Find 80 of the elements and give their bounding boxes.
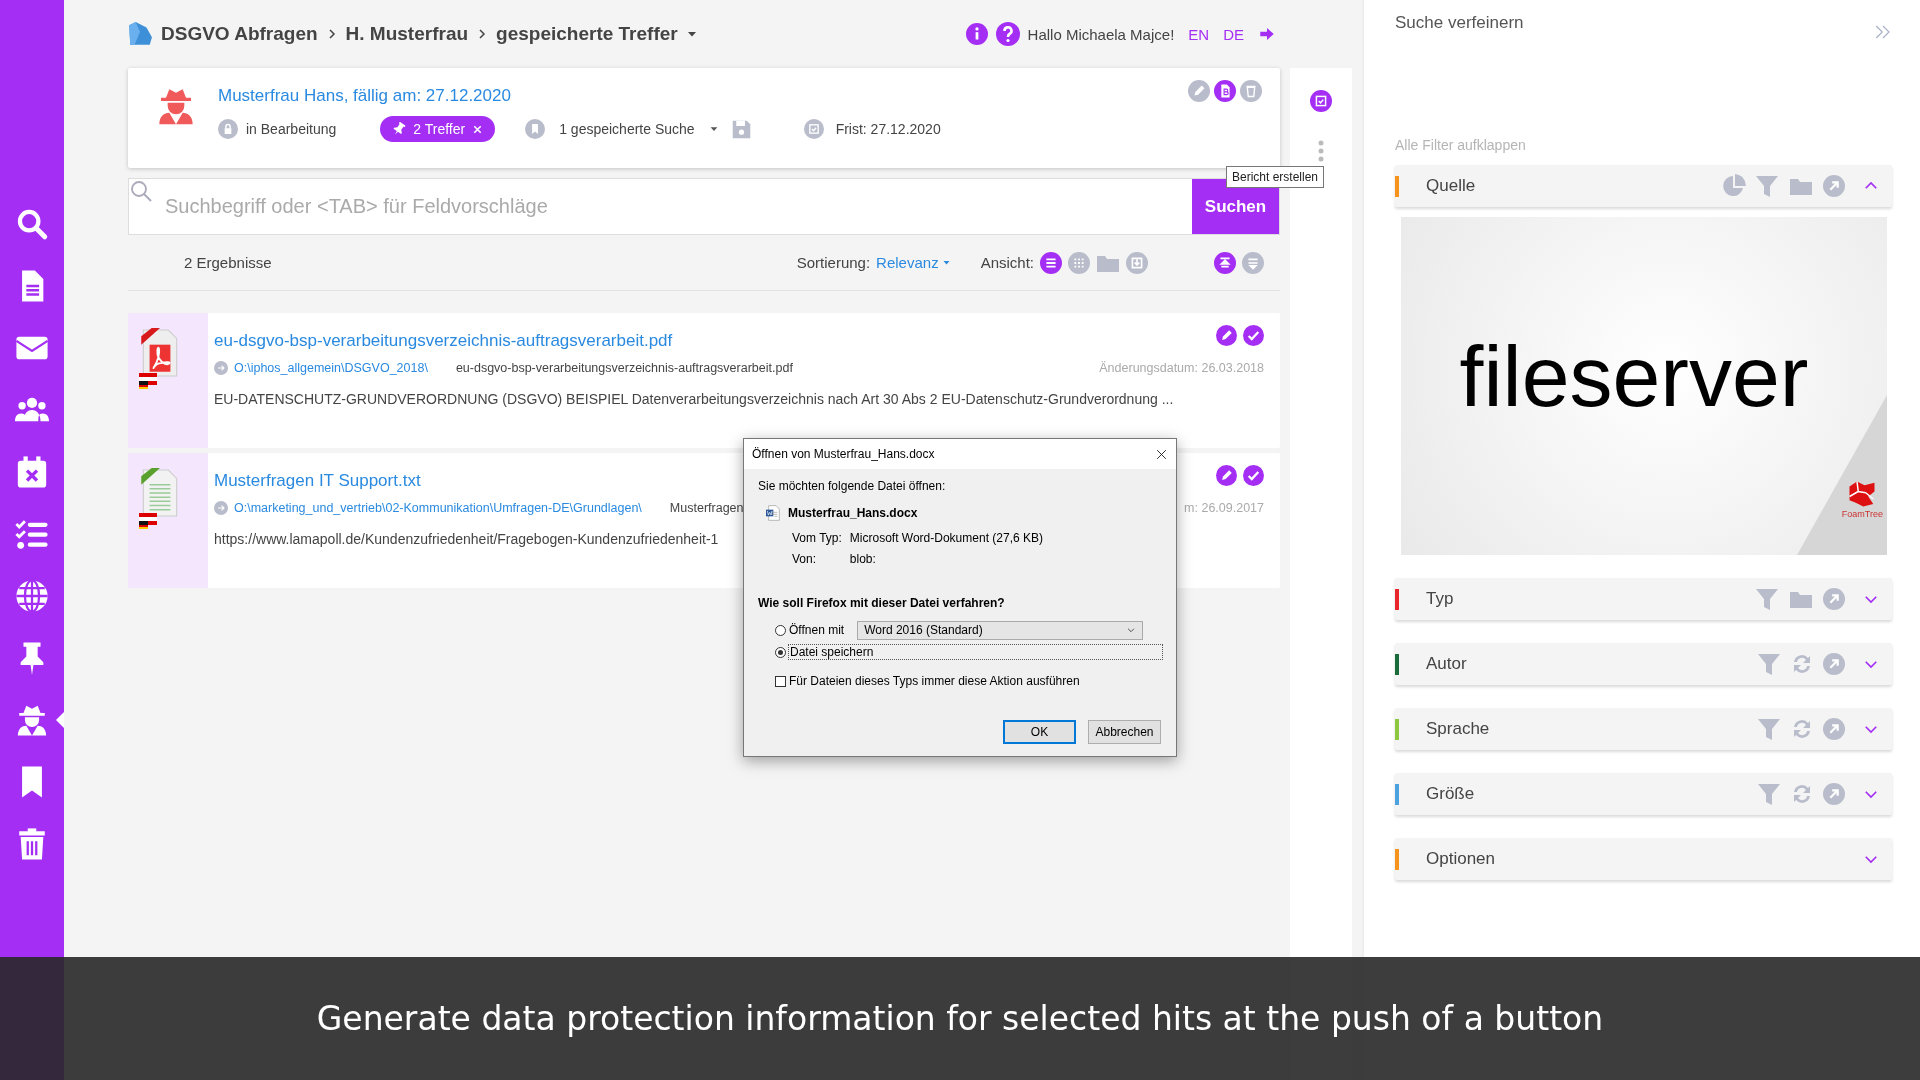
word-file-icon bbox=[766, 505, 782, 521]
result-snippet: EU-DATENSCHUTZ-GRUNDVERORDNUNG (DSGVO) BEISPIEL Datenverarbeitungsverzeichnis nach Art 30 Abs 2 EU-Datenschutz-Grundverordnung ... bbox=[214, 391, 1174, 407]
option-label[interactable]: Datei speichern bbox=[789, 645, 1162, 659]
view-label: Ansicht: bbox=[980, 254, 1034, 271]
spy-icon bbox=[156, 86, 196, 126]
saved-search-text: 1 gespeicherte Suche bbox=[559, 121, 695, 137]
path-link[interactable]: O:\marketing_und_vertrieb\02-Kommunikation\Umfragen-DE\Grundlagen\ bbox=[234, 501, 642, 515]
arrow-circle-icon bbox=[214, 501, 228, 515]
treemap-label: fileserver bbox=[1459, 326, 1809, 426]
breadcrumb-link[interactable]: DSGVO Abfragen bbox=[161, 23, 318, 45]
check-icon[interactable] bbox=[1243, 465, 1264, 486]
dialog-intro: Sie möchten folgende Datei öffnen: bbox=[758, 479, 947, 493]
filter-header[interactable]: Quelle bbox=[1395, 165, 1892, 207]
checkbox[interactable] bbox=[775, 675, 786, 687]
panel-title: Suche verfeinern bbox=[1395, 13, 1524, 34]
filter-header[interactable]: Sprache bbox=[1395, 708, 1892, 750]
file-name: Musterfrau_Hans.docx bbox=[788, 506, 918, 520]
close-icon[interactable] bbox=[1155, 447, 1168, 461]
checkbox-label[interactable]: Für Dateien dieses Typs immer diese Aktion ausführen bbox=[789, 674, 1080, 688]
bookmark-icon bbox=[525, 119, 546, 139]
text-file-icon bbox=[140, 468, 180, 518]
deadline-text: Frist: 27.12.2020 bbox=[835, 121, 941, 137]
list-view-icon[interactable] bbox=[1040, 251, 1062, 274]
logout-icon[interactable] bbox=[1258, 25, 1276, 43]
pencil-icon[interactable] bbox=[1216, 465, 1237, 486]
type-label: Vom Typ: bbox=[792, 531, 842, 545]
logo-icon bbox=[127, 21, 153, 47]
info-icon[interactable] bbox=[965, 23, 988, 45]
flag-icon bbox=[138, 373, 158, 389]
option-label[interactable]: Öffnen mit bbox=[789, 623, 845, 637]
search-icon bbox=[129, 179, 153, 203]
collapse-icon[interactable] bbox=[1214, 251, 1236, 274]
case-title-link[interactable]: Musterfrau Hans, fällig am: 27.12.2020 bbox=[218, 86, 941, 106]
file-name: eu-dsgvo-bsp-verarbeitungsverzeichnis-auftragsverarbeit.pdf bbox=[455, 361, 793, 375]
arrow-circle-icon bbox=[214, 361, 228, 375]
status-text: in Bearbeitung bbox=[246, 121, 337, 137]
filter-header[interactable]: Typ bbox=[1395, 578, 1892, 620]
lock-icon bbox=[218, 119, 238, 139]
sort-label: Sortierung: bbox=[796, 254, 871, 271]
result-title-link[interactable]: Musterfragen IT Support.txt bbox=[214, 471, 421, 491]
pdf-file-icon bbox=[140, 328, 180, 378]
caret-down-icon[interactable] bbox=[708, 124, 719, 134]
breadcrumb-link[interactable]: gespeicherte Treffer bbox=[496, 23, 678, 45]
foamtree-label: FoamTree bbox=[1841, 509, 1883, 519]
caption-text: Generate data protection information for selected hits at the push of a button bbox=[316, 999, 1604, 1038]
filter-header[interactable]: Autor bbox=[1395, 643, 1892, 685]
report-icon[interactable] bbox=[1214, 80, 1236, 102]
help-icon[interactable] bbox=[995, 22, 1020, 46]
source-value: blob: bbox=[849, 552, 877, 566]
radio-button[interactable] bbox=[775, 646, 786, 658]
cancel-button[interactable]: Abbrechen bbox=[1088, 720, 1161, 744]
path-link[interactable]: O:\iphos_allgemein\DSGVO_2018\ bbox=[234, 361, 428, 375]
radio-button[interactable] bbox=[775, 624, 786, 636]
language-link[interactable]: EN bbox=[1188, 25, 1210, 43]
calendar-check-icon[interactable] bbox=[1310, 90, 1332, 112]
result-snippet: https://www.lamapoll.de/Kundenzufriedenheit/Fragebogen-Kundenzufriedenheit-1 bbox=[214, 531, 719, 547]
result-count: 2 Ergebnisse bbox=[184, 254, 272, 271]
pushpin-icon bbox=[392, 122, 407, 136]
type-value: Microsoft Word-Dokument (27,6 KB) bbox=[849, 531, 1044, 545]
tooltip: Bericht erstellen bbox=[1225, 166, 1324, 188]
pencil-icon[interactable] bbox=[1216, 325, 1237, 346]
modified-date: Änderungsdatum: 26.03.2018 bbox=[1099, 361, 1264, 375]
greeting-text: Hallo Michaela Majce! bbox=[1027, 25, 1175, 43]
app-dropdown[interactable]: Word 2016 (Standard) bbox=[857, 620, 1144, 640]
calendar-icon bbox=[803, 119, 824, 139]
flag-icon bbox=[138, 513, 158, 529]
language-link[interactable]: DE bbox=[1223, 25, 1244, 43]
hits-chip[interactable]: 2 Treffer bbox=[380, 116, 496, 142]
dialog-title: Öffnen von Musterfrau_Hans.docx bbox=[752, 447, 935, 461]
filter-header[interactable]: Größe bbox=[1395, 773, 1892, 815]
filter-header[interactable]: Optionen bbox=[1395, 838, 1892, 880]
ok-button[interactable]: OK bbox=[1003, 720, 1076, 744]
chevron-down-icon bbox=[1126, 625, 1137, 635]
modified-date: m: 26.09.2017 bbox=[1184, 501, 1264, 515]
dialog-question: Wie soll Firefox mit dieser Datei verfahren? bbox=[758, 596, 1006, 610]
result-title-link[interactable]: eu-dsgvo-bsp-verarbeitungsverzeichnis-auftragsverarbeit.pdf bbox=[214, 331, 673, 351]
breadcrumb-link[interactable]: H. Musterfrau bbox=[345, 23, 469, 45]
file-name: Musterfragen bbox=[669, 501, 744, 515]
check-icon[interactable] bbox=[1243, 325, 1264, 346]
source-label: Von: bbox=[792, 552, 818, 566]
